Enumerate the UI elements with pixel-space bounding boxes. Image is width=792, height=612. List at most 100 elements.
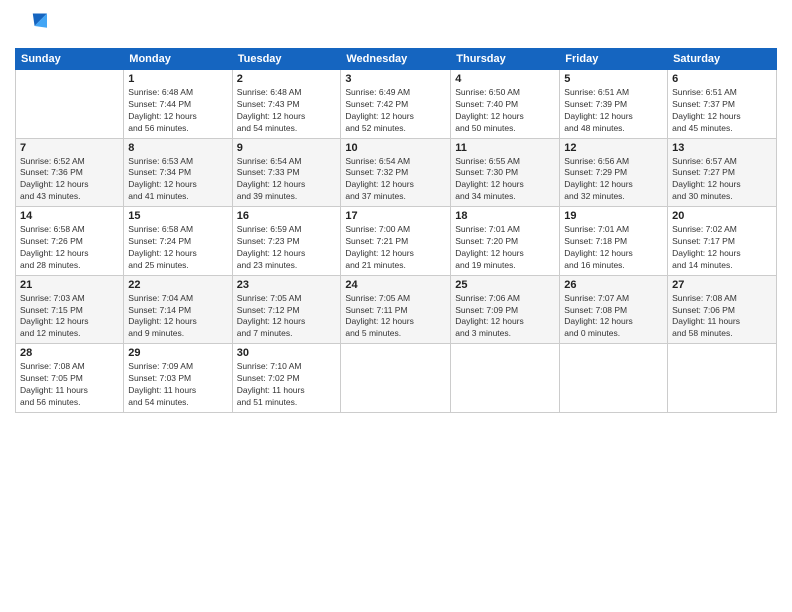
day-info: Sunrise: 6:58 AMSunset: 7:26 PMDaylight:… — [20, 224, 119, 272]
calendar-cell: 14 Sunrise: 6:58 AMSunset: 7:26 PMDayligh… — [16, 207, 124, 276]
calendar-cell — [560, 344, 668, 413]
day-number: 4 — [455, 73, 555, 85]
day-info: Sunrise: 7:04 AMSunset: 7:14 PMDaylight:… — [128, 293, 227, 341]
week-row-1: 1Sunrise: 6:48 AMSunset: 7:44 PMDaylight… — [16, 70, 777, 139]
day-number: 20 — [672, 210, 772, 222]
day-info: Sunrise: 7:09 AMSunset: 7:03 PMDaylight:… — [128, 361, 227, 409]
calendar-cell: 18Sunrise: 7:01 AMSunset: 7:20 PMDayligh… — [451, 207, 560, 276]
calendar-cell: 22 Sunrise: 7:04 AMSunset: 7:14 PMDayligh… — [124, 275, 232, 344]
calendar-cell: 6 Sunrise: 6:51 AMSunset: 7:37 PMDaylight… — [668, 70, 777, 139]
calendar-cell — [16, 70, 124, 139]
day-info: Sunrise: 6:58 AMSunset: 7:24 PMDaylight:… — [128, 224, 227, 272]
calendar-cell: 12 Sunrise: 6:56 AMSunset: 7:29 PMDayligh… — [560, 138, 668, 207]
calendar-cell: 16 Sunrise: 6:59 AMSunset: 7:23 PMDayligh… — [232, 207, 341, 276]
day-info: Sunrise: 7:06 AMSunset: 7:09 PMDaylight:… — [455, 293, 555, 341]
day-number: 23 — [237, 279, 337, 291]
day-number: 15 — [128, 210, 227, 222]
day-number: 26 — [564, 279, 663, 291]
day-number: 30 — [237, 347, 337, 359]
day-info: Sunrise: 6:50 AMSunset: 7:40 PMDaylight:… — [455, 87, 555, 135]
calendar-cell: 27Sunrise: 7:08 AMSunset: 7:06 PMDayligh… — [668, 275, 777, 344]
day-info: Sunrise: 7:07 AMSunset: 7:08 PMDaylight:… — [564, 293, 663, 341]
calendar-cell: 11Sunrise: 6:55 AMSunset: 7:30 PMDayligh… — [451, 138, 560, 207]
calendar-cell: 25Sunrise: 7:06 AMSunset: 7:09 PMDayligh… — [451, 275, 560, 344]
day-number: 9 — [237, 142, 337, 154]
calendar-cell: 21Sunrise: 7:03 AMSunset: 7:15 PMDayligh… — [16, 275, 124, 344]
week-row-4: 21Sunrise: 7:03 AMSunset: 7:15 PMDayligh… — [16, 275, 777, 344]
calendar-cell: 4 Sunrise: 6:50 AMSunset: 7:40 PMDaylight… — [451, 70, 560, 139]
day-info: Sunrise: 6:59 AMSunset: 7:23 PMDaylight:… — [237, 224, 337, 272]
day-number: 2 — [237, 73, 337, 85]
day-info: Sunrise: 6:52 AMSunset: 7:36 PMDaylight:… — [20, 156, 119, 204]
weekday-sunday: Sunday — [16, 49, 124, 70]
calendar-cell: 10Sunrise: 6:54 AMSunset: 7:32 PMDayligh… — [341, 138, 451, 207]
day-info: Sunrise: 7:08 AMSunset: 7:05 PMDaylight:… — [20, 361, 119, 409]
calendar: SundayMondayTuesdayWednesdayThursdayFrid… — [15, 48, 777, 413]
day-info: Sunrise: 7:05 AMSunset: 7:12 PMDaylight:… — [237, 293, 337, 341]
day-number: 12 — [564, 142, 663, 154]
day-info: Sunrise: 6:54 AMSunset: 7:33 PMDaylight:… — [237, 156, 337, 204]
day-number: 16 — [237, 210, 337, 222]
day-info: Sunrise: 7:01 AMSunset: 7:20 PMDaylight:… — [455, 224, 555, 272]
calendar-cell: 30 Sunrise: 7:10 AMSunset: 7:02 PMDayligh… — [232, 344, 341, 413]
header — [15, 10, 777, 42]
calendar-cell: 20 Sunrise: 7:02 AMSunset: 7:17 PMDayligh… — [668, 207, 777, 276]
calendar-cell: 3 Sunrise: 6:49 AMSunset: 7:42 PMDaylight… — [341, 70, 451, 139]
day-info: Sunrise: 6:48 AMSunset: 7:44 PMDaylight:… — [128, 87, 227, 135]
day-number: 19 — [564, 210, 663, 222]
calendar-cell: 26 Sunrise: 7:07 AMSunset: 7:08 PMDayligh… — [560, 275, 668, 344]
calendar-cell: 28 Sunrise: 7:08 AMSunset: 7:05 PMDayligh… — [16, 344, 124, 413]
day-number: 6 — [672, 73, 772, 85]
day-number: 11 — [455, 142, 555, 154]
calendar-cell: 8 Sunrise: 6:53 AMSunset: 7:34 PMDaylight… — [124, 138, 232, 207]
calendar-cell: 13Sunrise: 6:57 AMSunset: 7:27 PMDayligh… — [668, 138, 777, 207]
day-number: 10 — [345, 142, 446, 154]
weekday-tuesday: Tuesday — [232, 49, 341, 70]
logo — [15, 10, 51, 42]
day-number: 5 — [564, 73, 663, 85]
day-info: Sunrise: 6:53 AMSunset: 7:34 PMDaylight:… — [128, 156, 227, 204]
calendar-cell: 5 Sunrise: 6:51 AMSunset: 7:39 PMDaylight… — [560, 70, 668, 139]
day-number: 7 — [20, 142, 119, 154]
weekday-saturday: Saturday — [668, 49, 777, 70]
logo-icon — [15, 10, 47, 42]
day-info: Sunrise: 7:08 AMSunset: 7:06 PMDaylight:… — [672, 293, 772, 341]
day-info: Sunrise: 6:48 AMSunset: 7:43 PMDaylight:… — [237, 87, 337, 135]
calendar-cell: 29 Sunrise: 7:09 AMSunset: 7:03 PMDayligh… — [124, 344, 232, 413]
calendar-cell: 23 Sunrise: 7:05 AMSunset: 7:12 PMDayligh… — [232, 275, 341, 344]
day-number: 22 — [128, 279, 227, 291]
calendar-cell: 2 Sunrise: 6:48 AMSunset: 7:43 PMDaylight… — [232, 70, 341, 139]
day-number: 8 — [128, 142, 227, 154]
day-info: Sunrise: 6:56 AMSunset: 7:29 PMDaylight:… — [564, 156, 663, 204]
day-info: Sunrise: 6:57 AMSunset: 7:27 PMDaylight:… — [672, 156, 772, 204]
week-row-5: 28 Sunrise: 7:08 AMSunset: 7:05 PMDayligh… — [16, 344, 777, 413]
calendar-cell — [341, 344, 451, 413]
calendar-cell: 9 Sunrise: 6:54 AMSunset: 7:33 PMDaylight… — [232, 138, 341, 207]
day-info: Sunrise: 6:51 AMSunset: 7:39 PMDaylight:… — [564, 87, 663, 135]
calendar-cell — [668, 344, 777, 413]
day-number: 14 — [20, 210, 119, 222]
weekday-thursday: Thursday — [451, 49, 560, 70]
week-row-2: 7 Sunrise: 6:52 AMSunset: 7:36 PMDaylight… — [16, 138, 777, 207]
day-info: Sunrise: 7:10 AMSunset: 7:02 PMDaylight:… — [237, 361, 337, 409]
day-number: 29 — [128, 347, 227, 359]
day-info: Sunrise: 7:02 AMSunset: 7:17 PMDaylight:… — [672, 224, 772, 272]
calendar-cell: 17Sunrise: 7:00 AMSunset: 7:21 PMDayligh… — [341, 207, 451, 276]
day-number: 3 — [345, 73, 446, 85]
calendar-cell: 19 Sunrise: 7:01 AMSunset: 7:18 PMDayligh… — [560, 207, 668, 276]
day-info: Sunrise: 6:51 AMSunset: 7:37 PMDaylight:… — [672, 87, 772, 135]
calendar-cell: 15 Sunrise: 6:58 AMSunset: 7:24 PMDayligh… — [124, 207, 232, 276]
day-info: Sunrise: 7:03 AMSunset: 7:15 PMDaylight:… — [20, 293, 119, 341]
page: SundayMondayTuesdayWednesdayThursdayFrid… — [0, 0, 792, 612]
calendar-cell: 24Sunrise: 7:05 AMSunset: 7:11 PMDayligh… — [341, 275, 451, 344]
calendar-cell: 7 Sunrise: 6:52 AMSunset: 7:36 PMDaylight… — [16, 138, 124, 207]
week-row-3: 14 Sunrise: 6:58 AMSunset: 7:26 PMDayligh… — [16, 207, 777, 276]
day-number: 17 — [345, 210, 446, 222]
weekday-header-row: SundayMondayTuesdayWednesdayThursdayFrid… — [16, 49, 777, 70]
calendar-cell — [451, 344, 560, 413]
day-info: Sunrise: 7:05 AMSunset: 7:11 PMDaylight:… — [345, 293, 446, 341]
day-info: Sunrise: 6:49 AMSunset: 7:42 PMDaylight:… — [345, 87, 446, 135]
weekday-wednesday: Wednesday — [341, 49, 451, 70]
day-info: Sunrise: 7:01 AMSunset: 7:18 PMDaylight:… — [564, 224, 663, 272]
day-number: 28 — [20, 347, 119, 359]
